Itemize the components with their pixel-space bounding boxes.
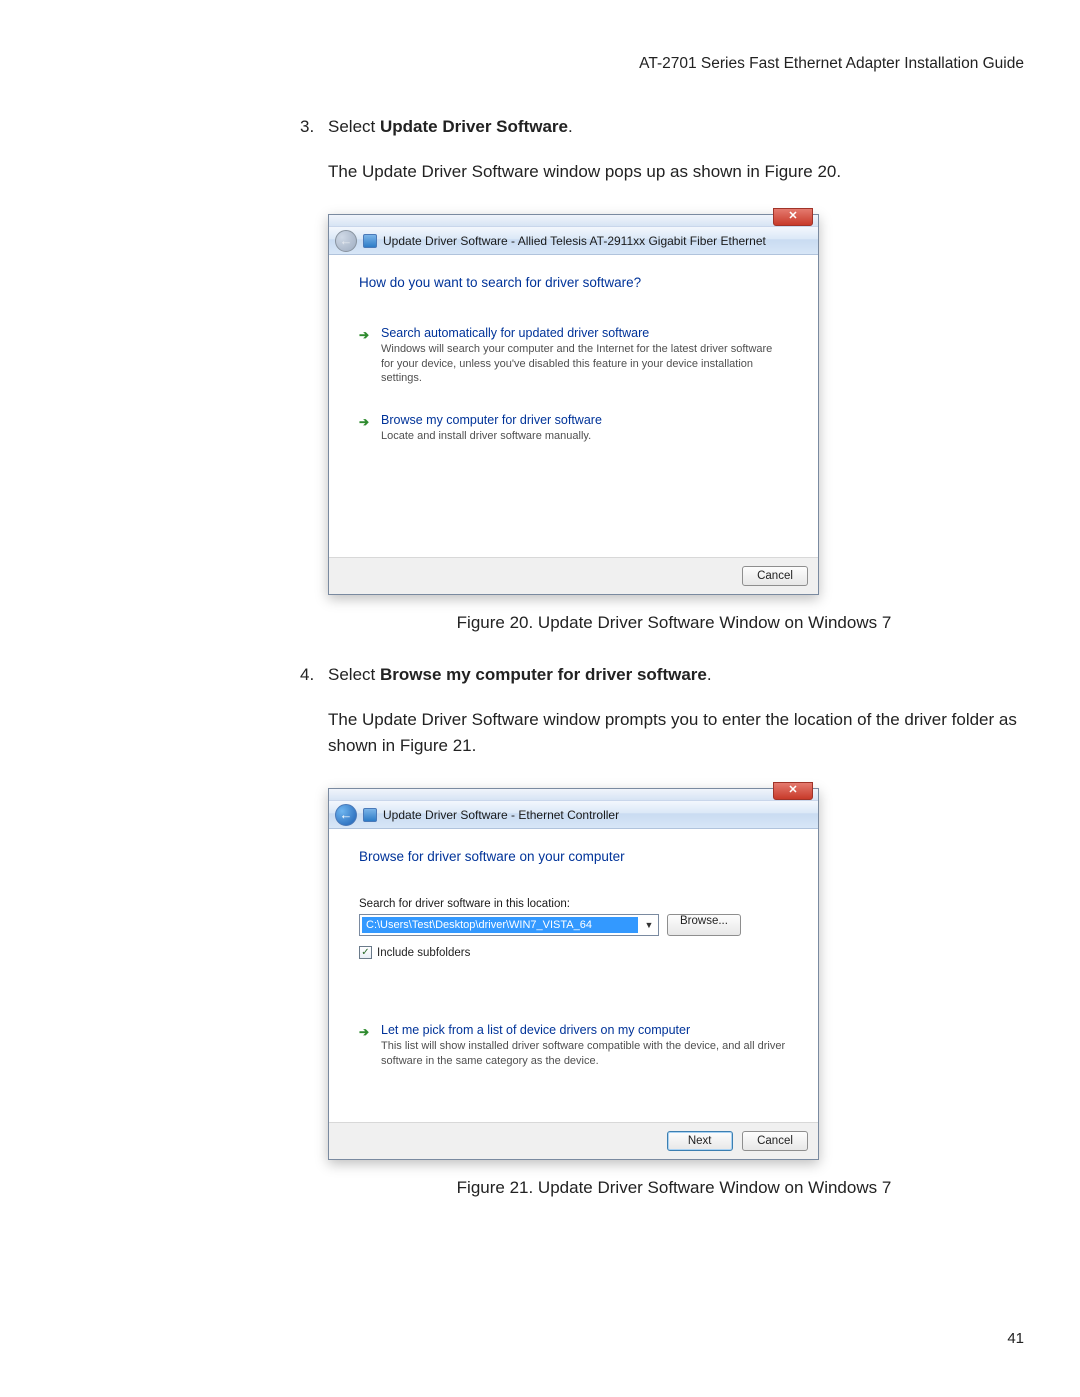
include-subfolders-row[interactable]: ✓ Include subfolders	[359, 946, 788, 959]
figure-21-caption: Figure 21. Update Driver Software Window…	[328, 1178, 1020, 1198]
dialog-update-driver-2: ✕ ← Update Driver Software - Ethernet Co…	[328, 788, 819, 1160]
back-button[interactable]: ←	[335, 804, 357, 826]
path-combobox[interactable]: C:\Users\Test\Desktop\driver\WIN7_VISTA_…	[359, 914, 659, 936]
step-3-suffix: .	[568, 117, 573, 136]
option-browse-computer[interactable]: ➔ Browse my computer for driver software…	[359, 409, 788, 457]
dialog-heading: How do you want to search for driver sof…	[359, 275, 788, 290]
figure-20-caption: Figure 20. Update Driver Software Window…	[328, 613, 1020, 633]
navbar: ← Update Driver Software - Allied Telesi…	[329, 227, 818, 255]
arrow-icon: ➔	[359, 415, 369, 429]
option-pick-desc: This list will show installed driver sof…	[381, 1039, 788, 1068]
step-4-body: The Update Driver Software window prompt…	[328, 707, 1020, 758]
option-search-auto-desc: Windows will search your computer and th…	[381, 342, 788, 385]
include-subfolders-label: Include subfolders	[377, 947, 470, 959]
back-button[interactable]: ←	[335, 230, 357, 252]
step-4-bold: Browse my computer for driver software	[380, 665, 707, 684]
step-3-prefix: Select	[328, 117, 380, 136]
close-button[interactable]: ✕	[773, 208, 813, 226]
next-button[interactable]: Next	[667, 1131, 733, 1151]
page-number: 41	[1007, 1330, 1024, 1347]
option-browse-title: Browse my computer for driver software	[381, 413, 788, 427]
figure-20: ✕ ← Update Driver Software - Allied Tele…	[328, 214, 1020, 633]
step-4-suffix: .	[707, 665, 712, 684]
titlebar: ✕	[329, 789, 818, 801]
dialog-update-driver-1: ✕ ← Update Driver Software - Allied Tele…	[328, 214, 819, 595]
step-3: 3.Select Update Driver Software. The Upd…	[300, 115, 1020, 184]
option-browse-desc: Locate and install driver software manua…	[381, 429, 788, 443]
chevron-down-icon[interactable]: ▼	[640, 920, 658, 930]
step-4: 4.Select Browse my computer for driver s…	[300, 663, 1020, 758]
step-4-number: 4.	[300, 663, 328, 687]
navbar: ← Update Driver Software - Ethernet Cont…	[329, 801, 818, 829]
dialog-heading: Browse for driver software on your compu…	[359, 849, 788, 864]
location-label: Search for driver software in this locat…	[359, 898, 788, 910]
main-content: 3.Select Update Driver Software. The Upd…	[300, 115, 1020, 1228]
option-search-auto[interactable]: ➔ Search automatically for updated drive…	[359, 322, 788, 399]
dialog-footer: Next Cancel	[329, 1122, 818, 1159]
arrow-icon: ➔	[359, 328, 369, 342]
step-3-number: 3.	[300, 115, 328, 139]
step-4-prefix: Select	[328, 665, 380, 684]
path-value: C:\Users\Test\Desktop\driver\WIN7_VISTA_…	[362, 917, 638, 933]
window-icon	[363, 234, 377, 248]
option-search-auto-title: Search automatically for updated driver …	[381, 326, 788, 340]
dialog-title: Update Driver Software - Ethernet Contro…	[383, 808, 619, 822]
cancel-button[interactable]: Cancel	[742, 1131, 808, 1151]
page-header: AT-2701 Series Fast Ethernet Adapter Ins…	[639, 55, 1024, 73]
window-icon	[363, 808, 377, 822]
arrow-icon: ➔	[359, 1025, 369, 1039]
browse-button[interactable]: Browse...	[667, 914, 741, 936]
figure-21: ✕ ← Update Driver Software - Ethernet Co…	[328, 788, 1020, 1198]
titlebar: ✕	[329, 215, 818, 227]
include-subfolders-checkbox[interactable]: ✓	[359, 946, 372, 959]
dialog-footer: Cancel	[329, 557, 818, 594]
step-3-body: The Update Driver Software window pops u…	[328, 159, 1020, 185]
option-pick-from-list[interactable]: ➔ Let me pick from a list of device driv…	[359, 1019, 788, 1082]
step-3-bold: Update Driver Software	[380, 117, 568, 136]
close-button[interactable]: ✕	[773, 782, 813, 800]
option-pick-title: Let me pick from a list of device driver…	[381, 1023, 788, 1037]
dialog-title: Update Driver Software - Allied Telesis …	[383, 234, 766, 248]
cancel-button[interactable]: Cancel	[742, 566, 808, 586]
